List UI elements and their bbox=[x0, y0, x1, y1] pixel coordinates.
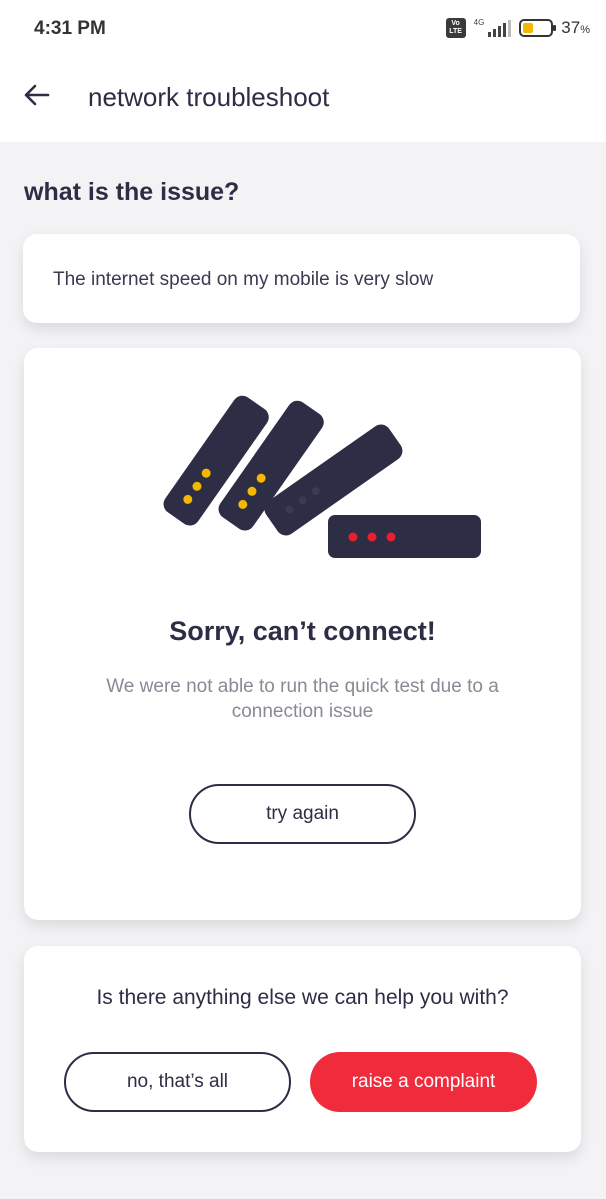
battery-level-fill bbox=[523, 23, 533, 33]
signal-strength-icon bbox=[488, 19, 512, 37]
status-indicators: Vo LTE 4G 37% bbox=[445, 17, 590, 38]
error-description: We were not able to run the quick test d… bbox=[106, 676, 499, 722]
error-title: Sorry, can’t connect! bbox=[169, 616, 436, 646]
issue-card[interactable]: The internet speed on my mobile is very … bbox=[23, 234, 580, 323]
help-question: Is there anything else we can help you w… bbox=[96, 986, 509, 1009]
back-button[interactable] bbox=[20, 78, 54, 112]
volte-icon: Vo LTE bbox=[445, 18, 466, 38]
app-header: network troubleshoot bbox=[0, 60, 606, 142]
fallen-routers-illustration bbox=[163, 395, 481, 558]
error-card: Sorry, can’t connect! We were not able t… bbox=[24, 348, 581, 920]
section-title: what is the issue? bbox=[24, 178, 240, 206]
status-bar: 4:31 PM Vo LTE 4G 37% bbox=[0, 0, 606, 60]
page-title: network troubleshoot bbox=[88, 82, 330, 112]
no-thats-all-button[interactable]: no, that’s all bbox=[64, 1052, 291, 1112]
arrow-left-icon bbox=[24, 84, 50, 106]
issue-text: The internet speed on my mobile is very … bbox=[53, 269, 434, 290]
battery-percent: 37% bbox=[561, 18, 590, 37]
try-again-button[interactable]: try again bbox=[189, 784, 416, 844]
battery-icon bbox=[519, 19, 557, 37]
network-type-label: 4G bbox=[473, 17, 485, 27]
help-card: Is there anything else we can help you w… bbox=[24, 946, 581, 1152]
status-time: 4:31 PM bbox=[34, 18, 106, 39]
raise-complaint-button[interactable]: raise a complaint bbox=[310, 1052, 537, 1112]
router-device-4 bbox=[328, 515, 481, 558]
